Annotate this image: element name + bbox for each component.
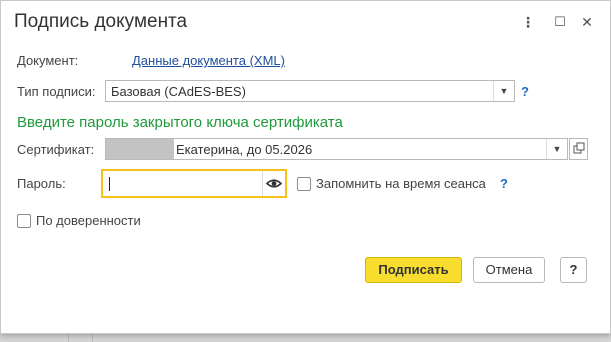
signature-type-label: Тип подписи:: [17, 84, 96, 99]
document-data-link[interactable]: Данные документа (XML): [132, 53, 285, 68]
document-label: Документ:: [17, 53, 79, 68]
password-label: Пароль:: [17, 176, 66, 191]
eye-icon: [265, 179, 283, 188]
more-icon[interactable]: ⋮: [517, 11, 539, 33]
certificate-value: Екатерина, до 05.2026: [176, 142, 313, 157]
open-icon: [573, 142, 585, 154]
proxy-label: По доверенности: [36, 213, 141, 228]
chevron-down-icon[interactable]: ▼: [493, 81, 514, 101]
remember-help-icon[interactable]: ?: [500, 176, 508, 191]
help-button[interactable]: ?: [560, 257, 587, 283]
dialog-title: Подпись документа: [14, 11, 188, 32]
proxy-checkbox[interactable]: [17, 214, 31, 228]
signature-type-help-icon[interactable]: ?: [521, 84, 529, 99]
cancel-button[interactable]: Отмена: [473, 257, 545, 283]
chevron-down-icon[interactable]: ▼: [546, 139, 567, 159]
remember-session-checkbox[interactable]: [297, 177, 311, 191]
sign-button[interactable]: Подписать: [365, 257, 462, 283]
signature-type-value: Базовая (CAdES-BES): [111, 84, 246, 99]
maximize-icon[interactable]: ☐: [549, 11, 571, 33]
password-field[interactable]: [101, 169, 287, 198]
password-heading: Введите пароль закрытого ключа сертифика…: [17, 114, 343, 131]
certificate-label: Сертификат:: [17, 142, 95, 157]
close-icon[interactable]: ✕: [576, 11, 598, 33]
sign-document-dialog: Подпись документа ⋮ ☐ ✕ Документ: Данные…: [0, 0, 611, 334]
certificate-select[interactable]: Екатерина, до 05.2026 ▼: [105, 138, 568, 160]
open-certificate-button[interactable]: [569, 138, 588, 160]
signature-type-select[interactable]: Базовая (CAdES-BES) ▼: [105, 80, 515, 102]
show-password-button[interactable]: [262, 171, 285, 196]
remember-session-label: Запомнить на время сеанса: [316, 176, 486, 191]
text-cursor: [109, 177, 110, 191]
redacted-name: [106, 139, 174, 159]
